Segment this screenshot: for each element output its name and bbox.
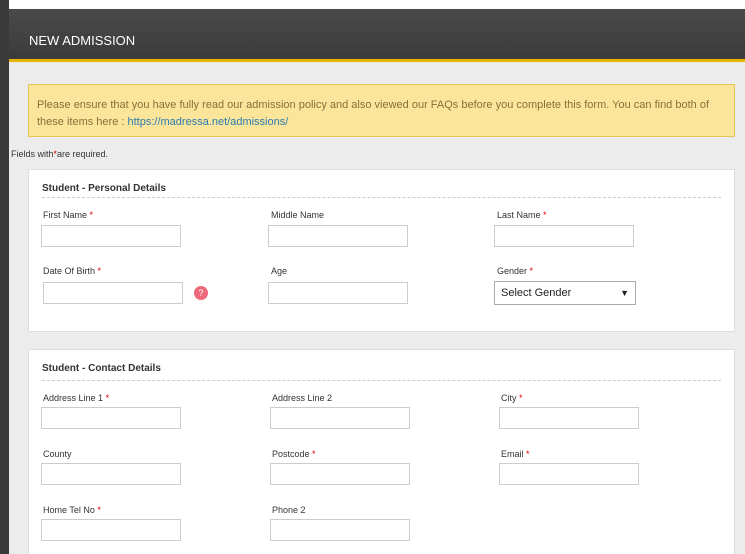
- address-line-2-label-text: Address Line 2: [272, 393, 333, 403]
- postcode-label: Postcode *: [272, 449, 316, 459]
- age-input[interactable]: [268, 282, 408, 304]
- postcode-label-text: Postcode: [272, 449, 310, 459]
- top-strip: [0, 0, 745, 9]
- left-sidebar-edge: [0, 0, 9, 554]
- county-label: County: [43, 449, 72, 459]
- city-input[interactable]: [499, 407, 639, 429]
- required-star: *: [519, 393, 523, 403]
- admissions-link[interactable]: https://madressa.net/admissions/: [128, 116, 289, 128]
- home-tel-label: Home Tel No *: [43, 505, 101, 515]
- required-star: *: [526, 449, 530, 459]
- required-star: *: [312, 449, 316, 459]
- help-icon[interactable]: ?: [194, 286, 208, 300]
- first-name-label-text: First Name: [43, 210, 88, 220]
- gender-label: Gender *: [497, 266, 533, 276]
- middle-name-input[interactable]: [268, 225, 408, 247]
- address-line-2-input[interactable]: [270, 407, 410, 429]
- home-tel-label-text: Home Tel No: [43, 505, 95, 515]
- required-star: *: [89, 210, 94, 220]
- address-line-2-label: Address Line 2: [272, 393, 332, 403]
- address-line-1-label-text: Address Line 1: [43, 393, 104, 403]
- required-note-suffix: are required.: [57, 149, 109, 159]
- email-label: Email *: [501, 449, 530, 459]
- personal-details-panel: Student - Personal Details First Name * …: [28, 169, 735, 332]
- last-name-input[interactable]: [494, 225, 634, 247]
- gender-select[interactable]: Select Gender ▼: [494, 281, 636, 305]
- phone-2-input[interactable]: [270, 519, 410, 541]
- page-title: NEW ADMISSION: [29, 33, 136, 48]
- panel-title-personal: Student - Personal Details: [42, 183, 166, 194]
- panel-divider: [42, 380, 721, 381]
- dob-label-text: Date Of Birth: [43, 266, 96, 276]
- gender-select-value: Select Gender: [501, 287, 572, 299]
- postcode-input[interactable]: [270, 463, 410, 485]
- dob-label: Date Of Birth *: [43, 266, 101, 276]
- required-star: *: [97, 505, 101, 515]
- email-label-text: Email: [501, 449, 524, 459]
- page-header: NEW ADMISSION: [9, 9, 745, 62]
- phone-2-label-text: Phone 2: [272, 505, 306, 515]
- middle-name-label: Middle Name: [271, 210, 324, 220]
- home-tel-input[interactable]: [41, 519, 181, 541]
- panel-title-contact: Student - Contact Details: [42, 363, 161, 374]
- last-name-label-text: Last Name: [497, 210, 541, 220]
- required-star: *: [529, 266, 534, 276]
- city-label: City *: [501, 393, 523, 403]
- contact-details-panel: Student - Contact Details Address Line 1…: [28, 349, 735, 554]
- gender-label-text: Gender: [497, 266, 528, 276]
- age-label: Age: [271, 266, 287, 276]
- panel-divider: [42, 197, 721, 198]
- required-star: *: [543, 210, 547, 220]
- middle-name-label-text: Middle Name: [271, 210, 325, 220]
- city-label-text: City: [501, 393, 517, 403]
- first-name-label: First Name *: [43, 210, 93, 220]
- address-line-1-input[interactable]: [41, 407, 181, 429]
- required-star: *: [97, 266, 102, 276]
- county-label-text: County: [43, 449, 72, 459]
- required-star: *: [105, 393, 110, 403]
- first-name-input[interactable]: [41, 225, 181, 247]
- chevron-down-icon: ▼: [620, 288, 629, 298]
- required-note: Fields with*are required.: [11, 149, 108, 159]
- address-line-1-label: Address Line 1 *: [43, 393, 109, 403]
- last-name-label: Last Name *: [497, 210, 547, 220]
- email-input[interactable]: [499, 463, 639, 485]
- dob-input[interactable]: [43, 282, 183, 304]
- county-input[interactable]: [41, 463, 181, 485]
- notice-alert: Please ensure that you have fully read o…: [28, 84, 735, 137]
- required-note-prefix: Fields with: [11, 149, 54, 159]
- phone-2-label: Phone 2: [272, 505, 306, 515]
- age-label-text: Age: [271, 266, 288, 276]
